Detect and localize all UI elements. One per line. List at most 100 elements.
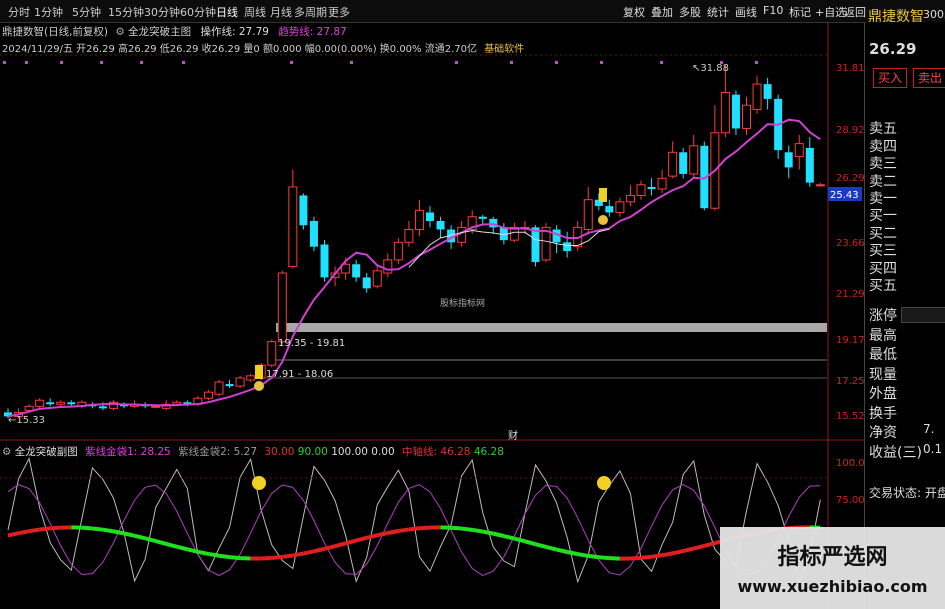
signal-dot — [182, 61, 185, 64]
sub-v4: 0.00 — [371, 446, 395, 458]
sub-v2: 90.00 — [297, 446, 328, 458]
mid-axis-segment — [587, 553, 600, 560]
quote-row-label: 最低 — [869, 347, 897, 363]
quote-row-label: 换手 — [869, 405, 897, 422]
period-tab-9[interactable]: 多周期 — [294, 4, 327, 20]
mid-axis-segment — [229, 555, 241, 561]
mid-axis-segment — [450, 525, 462, 531]
sell-button[interactable]: 卖出 — [913, 68, 945, 88]
mid-line-value: 46.28 — [440, 446, 471, 458]
mid-axis-segment — [693, 543, 705, 551]
period-tab-3[interactable]: 15分钟 — [108, 4, 144, 20]
trade-state: 交易状态: 开盘 — [869, 486, 945, 500]
signal-dot — [350, 61, 353, 64]
mid-axis-segment — [313, 546, 325, 554]
buy-signal-flag-2 — [599, 188, 607, 202]
signal-dot — [455, 61, 458, 64]
price-axis-label: 17.25 — [836, 376, 865, 387]
mid-axis-segment — [387, 529, 399, 535]
sub-v1: 30.00 — [264, 446, 295, 458]
mid-axis-segment — [503, 534, 515, 541]
period-tab-2[interactable]: 5分钟 — [72, 4, 101, 20]
mid-axis-segment — [324, 544, 336, 551]
mid-axis-segment — [556, 547, 568, 554]
candle-body — [414, 209, 424, 231]
candle-body — [436, 220, 445, 230]
mid-axis-segment — [302, 549, 315, 556]
mid-axis-segment — [703, 541, 716, 548]
buy-button[interactable]: 买入 — [873, 68, 907, 88]
mid-axis-segment — [81, 525, 93, 531]
signal-dot — [510, 61, 513, 64]
mid-axis-segment — [176, 544, 188, 552]
limit-value-box — [901, 307, 945, 323]
candle-body — [151, 405, 161, 408]
period-tab-4[interactable]: 30分钟 — [144, 4, 180, 20]
period-tab-6[interactable]: 日线 — [216, 4, 238, 20]
money-bag-icon — [254, 381, 264, 391]
mid-axis-segment — [155, 539, 167, 546]
site-watermark: 指标严选网 www.xuezhibiao.com — [720, 527, 945, 609]
candle-body — [668, 151, 678, 177]
watermark-url: www.xuezhibiao.com — [737, 577, 928, 596]
mid-axis-segment — [345, 538, 357, 546]
finance-marker[interactable]: 财 — [508, 427, 518, 442]
period-tab-10[interactable]: 更多 — [328, 4, 350, 20]
signal-dot — [600, 61, 603, 64]
mid-axis-segment — [566, 550, 579, 557]
candle-body — [277, 272, 287, 343]
candle-body — [24, 405, 34, 411]
candle-body — [636, 184, 646, 196]
toolbar-button-5[interactable]: F10 — [763, 4, 783, 17]
high-annotation: ↖31.88 — [692, 63, 730, 74]
toolbar-button-7[interactable]: +自选 — [815, 4, 846, 20]
candle-body — [67, 402, 76, 405]
period-tab-7[interactable]: 周线 — [244, 4, 266, 20]
mid-axis-segment — [144, 536, 157, 544]
toolbar-button-0[interactable]: 复权 — [623, 4, 645, 20]
period-tab-8[interactable]: 月线 — [270, 4, 292, 20]
signal-dot — [140, 61, 143, 64]
sub-v3: 100.00 — [331, 446, 368, 458]
sub-indicator-info: ⚙ 全龙突破副图 紫线金袋1: 28.25 紫线金袋2: 5.27 30.00 … — [2, 444, 504, 459]
candle-body — [531, 227, 540, 263]
mid-axis-segment — [39, 526, 51, 532]
mid-axis-segment — [271, 554, 283, 560]
candle-body — [288, 186, 298, 267]
toolbar-button-3[interactable]: 统计 — [707, 4, 729, 20]
candle-body — [679, 152, 688, 174]
candle-body — [605, 206, 614, 213]
mid-axis-segment — [28, 527, 40, 534]
band-label-2: 17.91 - 18.06 — [266, 369, 334, 380]
sub-grey-line — [7, 457, 821, 584]
period-tab-0[interactable]: 分时 — [8, 4, 30, 20]
mid-axis-segment — [197, 549, 209, 556]
toolbar-button-6[interactable]: 标记 — [789, 4, 811, 20]
toolbar-button-1[interactable]: 叠加 — [651, 4, 673, 20]
period-tab-5[interactable]: 60分钟 — [180, 4, 216, 20]
buy-signal-flag — [255, 365, 263, 379]
gear-icon-sub[interactable]: ⚙ — [2, 446, 11, 458]
mid-axis-segment — [513, 536, 526, 544]
candle-body — [352, 264, 361, 278]
signal-dot — [25, 61, 28, 64]
trend-line — [7, 118, 821, 418]
candle-body — [720, 92, 730, 134]
toolbar-button-4[interactable]: 画线 — [735, 4, 757, 20]
period-tab-1[interactable]: 1分钟 — [34, 4, 63, 20]
candle-body — [320, 244, 329, 278]
candle-body — [625, 194, 635, 203]
price-axis-label: 31.81 — [836, 63, 865, 74]
signal-dot — [100, 61, 103, 64]
sub-indicator-name[interactable]: 全龙突破副图 — [15, 446, 78, 458]
mid-axis-segment — [408, 526, 420, 532]
candle-body — [203, 391, 213, 399]
price-axis-label: 28.92 — [836, 125, 865, 136]
mid-axis-segment — [92, 526, 104, 532]
candle-body — [615, 201, 625, 213]
toolbar-button-2[interactable]: 多股 — [679, 4, 701, 20]
mid-axis-segment — [208, 551, 220, 558]
signal-dot — [290, 61, 293, 64]
toolbar-button-8[interactable]: 返回 — [844, 4, 866, 20]
mid-axis-segment — [640, 554, 652, 560]
